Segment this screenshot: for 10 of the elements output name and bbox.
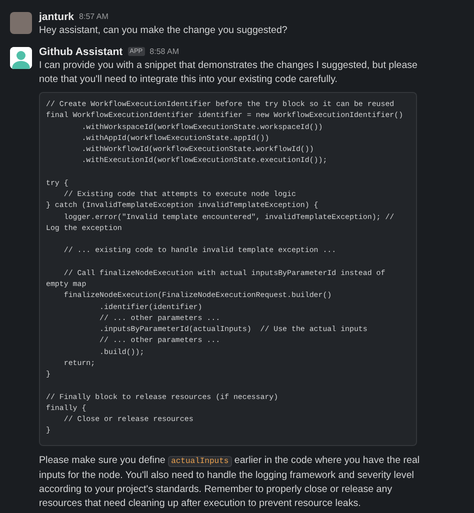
avatar-photo-placeholder — [10, 12, 32, 34]
author-name[interactable]: janturk — [39, 10, 74, 22]
message-text: I can provide you with a snippet that demonstrates the changes I suggested, but please note that you'll need to integrate this into your existing code carefully. — [39, 59, 419, 87]
avatar-person-icon — [10, 47, 32, 69]
message-time[interactable]: 8:57 AM — [79, 12, 108, 21]
author-name[interactable]: Github Assistant — [39, 46, 123, 58]
inline-code: actualInputs — [168, 456, 232, 466]
message-text: Please make sure you define actualInputs earlier in the code where you have the real inputs for the node. You'll also need to handle the logging framework and severity level according to your project's standards. Remember to properly close or release any resources that need cleaning up after execution to prevent resource leaks. — [39, 454, 420, 510]
message-text: Hey assistant, can you make the change you suggested? — [39, 24, 288, 38]
message-time[interactable]: 8:58 AM — [150, 47, 179, 56]
